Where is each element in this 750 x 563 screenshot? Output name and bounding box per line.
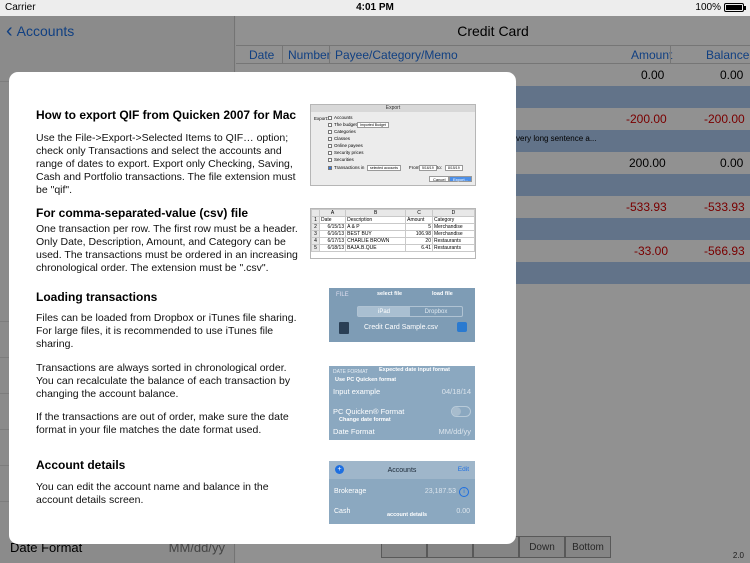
battery-icon <box>724 3 746 12</box>
section-body: You can edit the account name and balanc… <box>36 481 269 506</box>
account-details-figure: + Accounts Edit Brokerage 23,187.53 i Cas… <box>329 461 475 524</box>
cancel-button: Cancel <box>429 176 450 182</box>
pc-format-row: PC Quicken® Format <box>333 406 471 417</box>
status-bar: Carrier 4:01 PM 100% <box>0 0 750 16</box>
dialog-title: Export <box>311 105 475 112</box>
from-date: 5/16/19 <box>419 165 437 171</box>
battery-indicator: 100% <box>695 2 746 13</box>
option-row: Securities <box>328 157 354 162</box>
date-format-figure: DATE FORMAT Expected date input format U… <box>329 366 475 440</box>
annotation: Expected date input format <box>379 367 450 373</box>
section-title: For comma-separated-value (csv) file <box>36 206 249 220</box>
section-title: Account details <box>36 458 126 472</box>
annotation: Change date format <box>339 417 391 423</box>
accounts-header: + Accounts Edit <box>329 461 475 479</box>
file-section-label: FILE <box>336 292 349 298</box>
option-row: The budget <box>328 122 357 127</box>
option-row: Classes <box>328 136 350 141</box>
input-example-row: Input example 04/18/14 <box>333 387 471 396</box>
accounts-select: selected accounts <box>367 165 402 171</box>
section-body: Use the File->Export->Selected Items to … <box>36 132 296 196</box>
date-format-fig-row: Date Format MM/dd/yy <box>333 427 471 436</box>
clock: 4:01 PM <box>356 2 394 13</box>
segment-dropbox: Dropbox <box>424 308 448 315</box>
csv-sheet-figure: ABCD 1 Date Description Amount Category 2 6/1… <box>310 208 476 259</box>
budget-select: Imported Budget <box>357 122 389 128</box>
plus-icon: + <box>335 465 344 474</box>
option-row: Security prices <box>328 150 364 155</box>
annotation: Use PC Quicken format <box>335 377 397 383</box>
export-dialog-figure: Export Export: Accounts The budget Impor… <box>310 104 476 186</box>
section-body: One transaction per row. The first row m… <box>36 223 298 274</box>
annotation: account details <box>387 512 428 518</box>
file-icon <box>339 322 349 334</box>
source-segmented-control: iPad Dropbox <box>357 306 463 317</box>
help-modal: How to export QIF from Quicken 2007 for … <box>9 72 516 544</box>
option-row: Online payees <box>328 143 363 148</box>
section-body: If the transactions are out of order, ma… <box>36 411 289 436</box>
account-row: Brokerage 23,187.53 <box>334 488 456 495</box>
annotation: select file <box>377 291 403 297</box>
date-section-label: DATE FORMAT <box>333 369 369 375</box>
section-body: Files can be loaded from Dropbox or iTun… <box>36 312 297 350</box>
file-name: Credit Card Sample.csv <box>364 324 438 331</box>
battery-percent: 100% <box>695 2 721 13</box>
section-title: Loading transactions <box>36 290 158 304</box>
to-date: 8/15/19 <box>445 165 463 171</box>
option-row: Accounts <box>328 115 353 120</box>
export-label: Export: <box>314 116 329 121</box>
segment-itunes: iPad <box>358 307 410 316</box>
file-load-figure: FILE select file load file iPad Dropbox … <box>329 288 475 342</box>
to-label: to: <box>437 165 443 170</box>
section-body: Transactions are always sorted in chrono… <box>36 362 291 400</box>
section-title: How to export QIF from Quicken 2007 for … <box>36 108 297 122</box>
edit-label: Edit <box>457 466 469 473</box>
info-icon: i <box>459 487 469 497</box>
annotation: load file <box>432 291 453 297</box>
option-row: Transactions in <box>328 165 364 170</box>
download-icon <box>457 322 467 332</box>
toggle-switch <box>451 406 471 417</box>
option-row: Categories <box>328 129 356 134</box>
export-button: Export... <box>449 176 472 182</box>
